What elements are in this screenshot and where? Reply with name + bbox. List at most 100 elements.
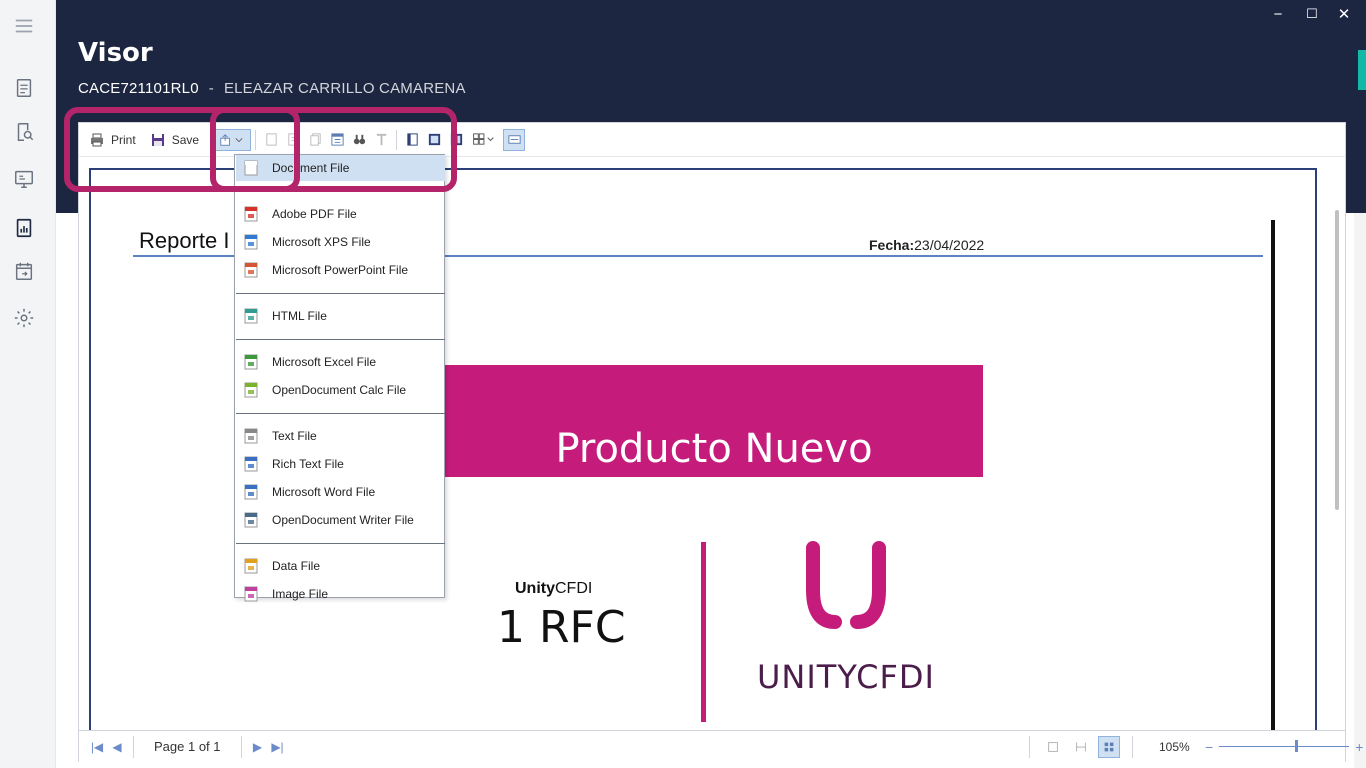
menu-item-text-file[interactable]: Text File [236, 423, 445, 449]
menu-item-microsoft-excel-file[interactable]: Microsoft Excel File [236, 349, 445, 375]
save-button[interactable]: Save [146, 129, 203, 151]
find-icon[interactable] [348, 129, 370, 151]
logo-text: UNITYCFDI [757, 658, 935, 696]
client-name: ELEAZAR CARRILLO CAMARENA [223, 80, 466, 97]
banner-text: Producto Nuevo [555, 426, 873, 472]
print-label: Print [111, 132, 136, 147]
page-width-view-icon[interactable] [423, 129, 445, 151]
first-page-icon[interactable]: |◀ [87, 737, 107, 757]
menu-item-html-file[interactable]: HTML File [236, 303, 445, 329]
menu-item-label: Document File [272, 161, 350, 175]
header-footer-icon[interactable] [326, 129, 348, 151]
menu-item-label: Data File [272, 559, 321, 573]
html-icon [244, 308, 258, 324]
multi-page-zoom-icon[interactable] [1098, 736, 1120, 758]
doc-icon [244, 484, 258, 500]
unity-caption: UnityCFDI [515, 580, 592, 598]
next-page-icon[interactable]: ▶ [248, 737, 268, 757]
save-label: Save [171, 132, 200, 147]
menu-item-label: Text File [272, 429, 317, 443]
maximize-button[interactable]: ☐ [1298, 4, 1326, 24]
menu-icon[interactable] [8, 10, 40, 42]
two-page-view-icon[interactable] [445, 129, 467, 151]
single-page-view-icon[interactable] [401, 129, 423, 151]
continuous-view-icon[interactable] [503, 128, 526, 151]
first-page-tool-icon[interactable] [260, 129, 282, 151]
menu-item-microsoft-word-file[interactable]: Microsoft Word File [236, 479, 445, 505]
page-title: Visor [78, 38, 153, 68]
menu-item-label: Rich Text File [272, 457, 344, 471]
zoom-level: 105% [1159, 740, 1190, 754]
calendar-icon[interactable] [8, 255, 40, 287]
previous-page-icon[interactable]: ◀ [107, 737, 127, 757]
monitor-icon[interactable] [8, 163, 40, 195]
menu-item-label: Adobe PDF File [272, 207, 357, 221]
divider-line [701, 542, 706, 722]
vertical-scrollbar[interactable] [1335, 210, 1339, 510]
txt-icon [244, 428, 258, 444]
menu-item-opendocument-calc-file[interactable]: OpenDocument Calc File [236, 377, 445, 403]
gear-icon[interactable] [8, 302, 40, 334]
ppt-icon [244, 262, 258, 278]
right-edge-strip [1354, 0, 1366, 768]
floppy-icon [151, 133, 164, 146]
menu-separator [236, 413, 445, 414]
menu-item-label: Microsoft Excel File [272, 355, 377, 369]
menu-separator [236, 339, 445, 340]
menu-separator [236, 293, 445, 294]
menu-item-adobe-pdf-file[interactable]: Adobe PDF File [236, 201, 445, 227]
menu-item-label: OpenDocument Writer File [272, 513, 414, 527]
zoom-in-button[interactable]: + [1355, 739, 1363, 755]
export-dropdown-button[interactable] [211, 128, 252, 151]
data-icon [244, 558, 258, 574]
fit-width-zoom-icon[interactable] [1070, 736, 1092, 758]
unitycfdi-logo-icon [806, 541, 886, 629]
xps-icon [244, 234, 258, 250]
zoom-controls: 105% − + [1023, 731, 1363, 763]
last-page-icon[interactable]: ▶| [268, 737, 288, 757]
export-menu: Document File Adobe PDF File Microsoft XPS… [234, 154, 445, 602]
chevron-down-icon [235, 137, 243, 142]
document-list-icon[interactable] [8, 72, 40, 104]
viewer-statusbar: |◀ ◀ Page 1 of 1 ▶ ▶| 105% − + [79, 730, 1363, 762]
date-value: 23/04/2022 [914, 237, 985, 253]
report-date: Fecha:23/04/2022 [869, 237, 984, 253]
accent-marker [1358, 50, 1366, 90]
page-border-right [1271, 220, 1275, 732]
date-label: Fecha: [869, 237, 915, 253]
print-button[interactable]: Print [85, 129, 140, 151]
rfc-count: 1 RFC [497, 602, 626, 653]
minimize-button[interactable]: − [1264, 4, 1292, 24]
zoom-slider-thumb[interactable] [1295, 740, 1299, 752]
excel-icon [244, 354, 258, 370]
single-page-zoom-icon[interactable] [1042, 736, 1064, 758]
menu-separator [236, 191, 445, 192]
menu-item-rich-text-file[interactable]: Rich Text File [236, 451, 445, 477]
page-setup-icon[interactable] [282, 129, 304, 151]
text-format-icon[interactable] [370, 129, 392, 151]
document-file-icon [244, 160, 258, 176]
menu-item-document-file[interactable]: Document File [236, 155, 445, 181]
menu-item-microsoft-xps-file[interactable]: Microsoft XPS File [236, 229, 445, 255]
report-title: Reporte I [139, 228, 230, 253]
menu-item-label: Microsoft PowerPoint File [272, 263, 409, 277]
client-subtitle: CACE721101RL0 - ELEAZAR CARRILLO CAMAREN… [78, 80, 466, 97]
zoom-out-button[interactable]: − [1205, 739, 1213, 755]
menu-item-microsoft-powerpoint-file[interactable]: Microsoft PowerPoint File [236, 257, 445, 283]
image-icon [244, 586, 258, 602]
menu-item-opendocument-writer-file[interactable]: OpenDocument Writer File [236, 507, 445, 533]
rfc-label: CACE721101RL0 [78, 80, 199, 97]
export-icon [220, 133, 230, 146]
viewer-toolbar: Print Save [79, 123, 1345, 157]
subtitle-separator: - [208, 80, 214, 97]
zoom-slider-track [1219, 746, 1350, 747]
zoom-slider[interactable] [1219, 737, 1350, 757]
multi-page-view-icon[interactable] [467, 129, 499, 151]
printer-icon [91, 133, 103, 146]
copy-icon[interactable] [304, 129, 326, 151]
menu-item-data-file[interactable]: Data File [236, 553, 445, 579]
document-search-icon[interactable] [8, 116, 40, 148]
odt-icon [244, 512, 258, 528]
report-chart-icon[interactable] [8, 212, 40, 244]
menu-item-image-file[interactable]: Image File [236, 581, 445, 607]
